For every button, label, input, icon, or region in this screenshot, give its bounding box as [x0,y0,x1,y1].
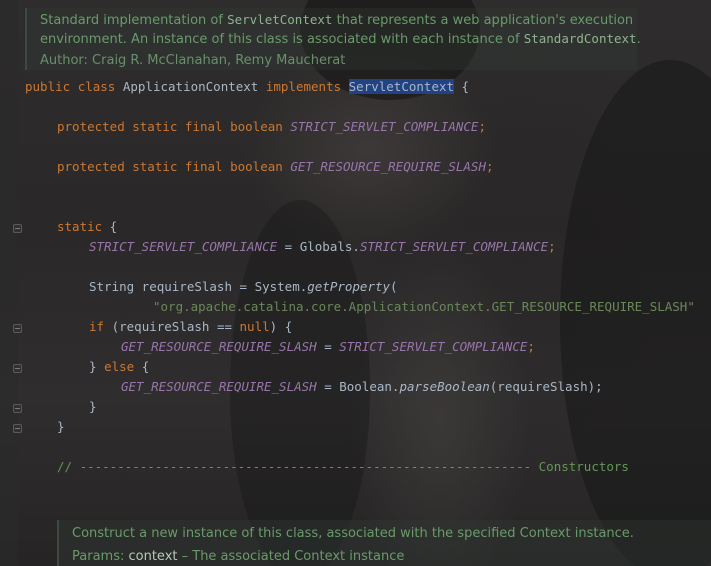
constructor-javadoc: Construct a new instance of this class, … [57,520,711,566]
javadoc-line: environment. An instance of this class i… [40,31,641,47]
javadoc-line: Construct a new instance of this class, … [72,526,634,541]
javadoc-params: Params: context – The associated Context… [72,549,405,564]
code-line-parse-boolean[interactable]: GET_RESOURCE_REQUIRE_SLASH = Boolean.par… [121,377,603,397]
fold-marker[interactable] [13,364,22,373]
code-line-field-strict[interactable]: protected static final boolean STRICT_SE… [57,117,486,137]
code-line-constructors-comment[interactable]: // -------------------------------------… [57,457,629,477]
code-line-close-static[interactable]: } [57,417,65,437]
class-javadoc: Standard implementation of ServletContex… [25,8,641,70]
code-line-if[interactable]: if (requireSlash == null) { [89,317,292,337]
code-line-static-block[interactable]: static { [57,217,117,237]
fold-marker[interactable] [13,404,22,413]
code-line-class-declaration[interactable]: public class ApplicationContext implemen… [25,77,469,97]
fold-marker[interactable] [13,224,22,233]
code-line-field-slash[interactable]: protected static final boolean GET_RESOU… [57,157,494,177]
editor-gutter [0,0,18,566]
fold-marker[interactable] [13,424,22,433]
code-line-property-string[interactable]: "org.apache.catalina.core.ApplicationCon… [153,297,695,317]
javadoc-author: Author: Craig R. McClanahan, Remy Mauche… [40,53,346,68]
code-line-get-property[interactable]: String requireSlash = System.getProperty… [89,277,398,297]
code-line-assign-slash-strict[interactable]: GET_RESOURCE_REQUIRE_SLASH = STRICT_SERV… [121,337,535,357]
fold-marker[interactable] [13,324,22,333]
code-line-else[interactable]: } else { [89,357,149,377]
code-line-assign-strict[interactable]: STRICT_SERVLET_COMPLIANCE = Globals.STRI… [89,237,556,257]
code-line-close-if[interactable]: } [89,397,97,417]
javadoc-line: Standard implementation of ServletContex… [40,12,634,28]
